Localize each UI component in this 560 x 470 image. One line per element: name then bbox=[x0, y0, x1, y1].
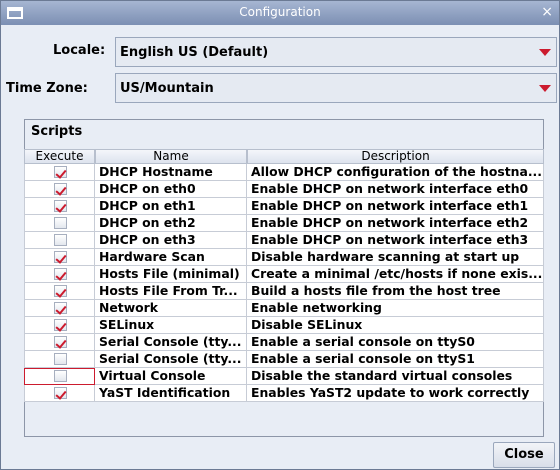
execute-cell bbox=[24, 300, 95, 317]
execute-cell bbox=[24, 351, 95, 368]
script-name: DHCP on eth2 bbox=[95, 215, 247, 232]
script-name: Virtual Console bbox=[95, 368, 247, 385]
timezone-label: Time Zone: bbox=[6, 81, 88, 96]
script-description: Enable DHCP on network interface eth2 bbox=[247, 215, 544, 232]
table-row[interactable]: DHCP on eth2 Enable DHCP on network inter… bbox=[24, 215, 544, 232]
execute-checkbox[interactable] bbox=[54, 387, 67, 399]
table-header: Execute Name Description bbox=[24, 149, 544, 164]
script-description: Create a minimal /etc/hosts if none exis… bbox=[247, 266, 544, 283]
execute-cell bbox=[24, 385, 95, 402]
script-description: Enable a serial console on ttyS0 bbox=[247, 334, 544, 351]
execute-checkbox[interactable] bbox=[54, 268, 67, 280]
execute-cell bbox=[24, 249, 95, 266]
execute-checkbox[interactable] bbox=[54, 336, 67, 348]
execute-checkbox[interactable] bbox=[54, 319, 67, 331]
execute-checkbox[interactable] bbox=[54, 251, 67, 263]
execute-cell bbox=[24, 164, 95, 181]
table-row[interactable]: DHCP on eth3 Enable DHCP on network inter… bbox=[24, 232, 544, 249]
execute-checkbox[interactable] bbox=[54, 200, 67, 212]
script-name: DHCP on eth1 bbox=[95, 198, 247, 215]
configuration-window: Configuration × Locale: English US (Defa… bbox=[0, 0, 560, 470]
script-name: Serial Console (tty... bbox=[95, 334, 247, 351]
execute-checkbox[interactable] bbox=[54, 302, 67, 314]
title-bar[interactable]: Configuration × bbox=[1, 1, 559, 25]
table-row[interactable]: Virtual Console Disable the standard virt… bbox=[24, 368, 544, 385]
script-name: Hardware Scan bbox=[95, 249, 247, 266]
execute-checkbox[interactable] bbox=[54, 370, 67, 382]
table-row[interactable]: YaST Identification Enables YaST2 update … bbox=[24, 385, 544, 402]
script-description: Disable the standard virtual consoles bbox=[247, 368, 544, 385]
execute-checkbox[interactable] bbox=[54, 285, 67, 297]
table-row[interactable]: Network Enable networking bbox=[24, 300, 544, 317]
chevron-down-icon[interactable] bbox=[534, 38, 556, 66]
script-description: Disable SELinux bbox=[247, 317, 544, 334]
column-header-execute[interactable]: Execute bbox=[24, 149, 95, 164]
locale-label: Locale: bbox=[53, 43, 106, 58]
timezone-select[interactable]: US/Mountain bbox=[115, 73, 557, 103]
locale-select[interactable]: English US (Default) bbox=[115, 37, 557, 67]
timezone-value: US/Mountain bbox=[120, 81, 214, 96]
script-description: Enables YaST2 update to work correctly bbox=[247, 385, 544, 402]
script-description: Enable networking bbox=[247, 300, 544, 317]
window-title: Configuration bbox=[239, 5, 321, 19]
table-row[interactable]: Serial Console (tty... Enable a serial co… bbox=[24, 351, 544, 368]
script-name: Hosts File From Tr... bbox=[95, 283, 247, 300]
script-description: Disable hardware scanning at start up bbox=[247, 249, 544, 266]
script-description: Enable a serial console on ttyS1 bbox=[247, 351, 544, 368]
column-header-name[interactable]: Name bbox=[95, 149, 247, 164]
execute-cell bbox=[24, 232, 95, 249]
execute-checkbox[interactable] bbox=[54, 217, 67, 229]
script-name: Serial Console (tty... bbox=[95, 351, 247, 368]
script-name: YaST Identification bbox=[95, 385, 247, 402]
table-row[interactable]: Serial Console (tty... Enable a serial co… bbox=[24, 334, 544, 351]
execute-cell bbox=[24, 181, 95, 198]
table-row[interactable]: DHCP on eth1 Enable DHCP on network inter… bbox=[24, 198, 544, 215]
execute-cell bbox=[24, 317, 95, 334]
script-name: DHCP on eth3 bbox=[95, 232, 247, 249]
locale-value: English US (Default) bbox=[120, 45, 269, 60]
execute-cell bbox=[24, 283, 95, 300]
table-row[interactable]: Hosts File (minimal) Create a minimal /et… bbox=[24, 266, 544, 283]
script-description: Enable DHCP on network interface eth3 bbox=[247, 232, 544, 249]
table-row[interactable]: DHCP on eth0 Enable DHCP on network inter… bbox=[24, 181, 544, 198]
execute-cell bbox=[24, 368, 95, 385]
script-name: DHCP Hostname bbox=[95, 164, 247, 181]
script-description: Allow DHCP configuration of the hostna..… bbox=[247, 164, 544, 181]
table-row[interactable]: SELinux Disable SELinux bbox=[24, 317, 544, 334]
execute-cell bbox=[24, 215, 95, 232]
scripts-title: Scripts bbox=[31, 124, 83, 139]
script-name: DHCP on eth0 bbox=[95, 181, 247, 198]
execute-cell bbox=[24, 334, 95, 351]
script-description: Enable DHCP on network interface eth0 bbox=[247, 181, 544, 198]
execute-checkbox[interactable] bbox=[54, 183, 67, 195]
execute-cell bbox=[24, 198, 95, 215]
close-button[interactable]: Close bbox=[493, 442, 555, 468]
table-row[interactable]: Hardware Scan Disable hardware scanning a… bbox=[24, 249, 544, 266]
execute-checkbox[interactable] bbox=[54, 353, 67, 365]
script-name: Hosts File (minimal) bbox=[95, 266, 247, 283]
execute-checkbox[interactable] bbox=[54, 166, 67, 178]
script-name: SELinux bbox=[95, 317, 247, 334]
close-icon[interactable]: × bbox=[541, 4, 553, 20]
script-description: Enable DHCP on network interface eth1 bbox=[247, 198, 544, 215]
column-header-description[interactable]: Description bbox=[247, 149, 544, 164]
script-description: Build a hosts file from the host tree bbox=[247, 283, 544, 300]
table-row[interactable]: DHCP Hostname Allow DHCP configuration of… bbox=[24, 164, 544, 181]
execute-checkbox[interactable] bbox=[54, 234, 67, 246]
chevron-down-icon[interactable] bbox=[534, 74, 556, 102]
execute-cell bbox=[24, 266, 95, 283]
script-name: Network bbox=[95, 300, 247, 317]
table-row[interactable]: Hosts File From Tr... Build a hosts file … bbox=[24, 283, 544, 300]
